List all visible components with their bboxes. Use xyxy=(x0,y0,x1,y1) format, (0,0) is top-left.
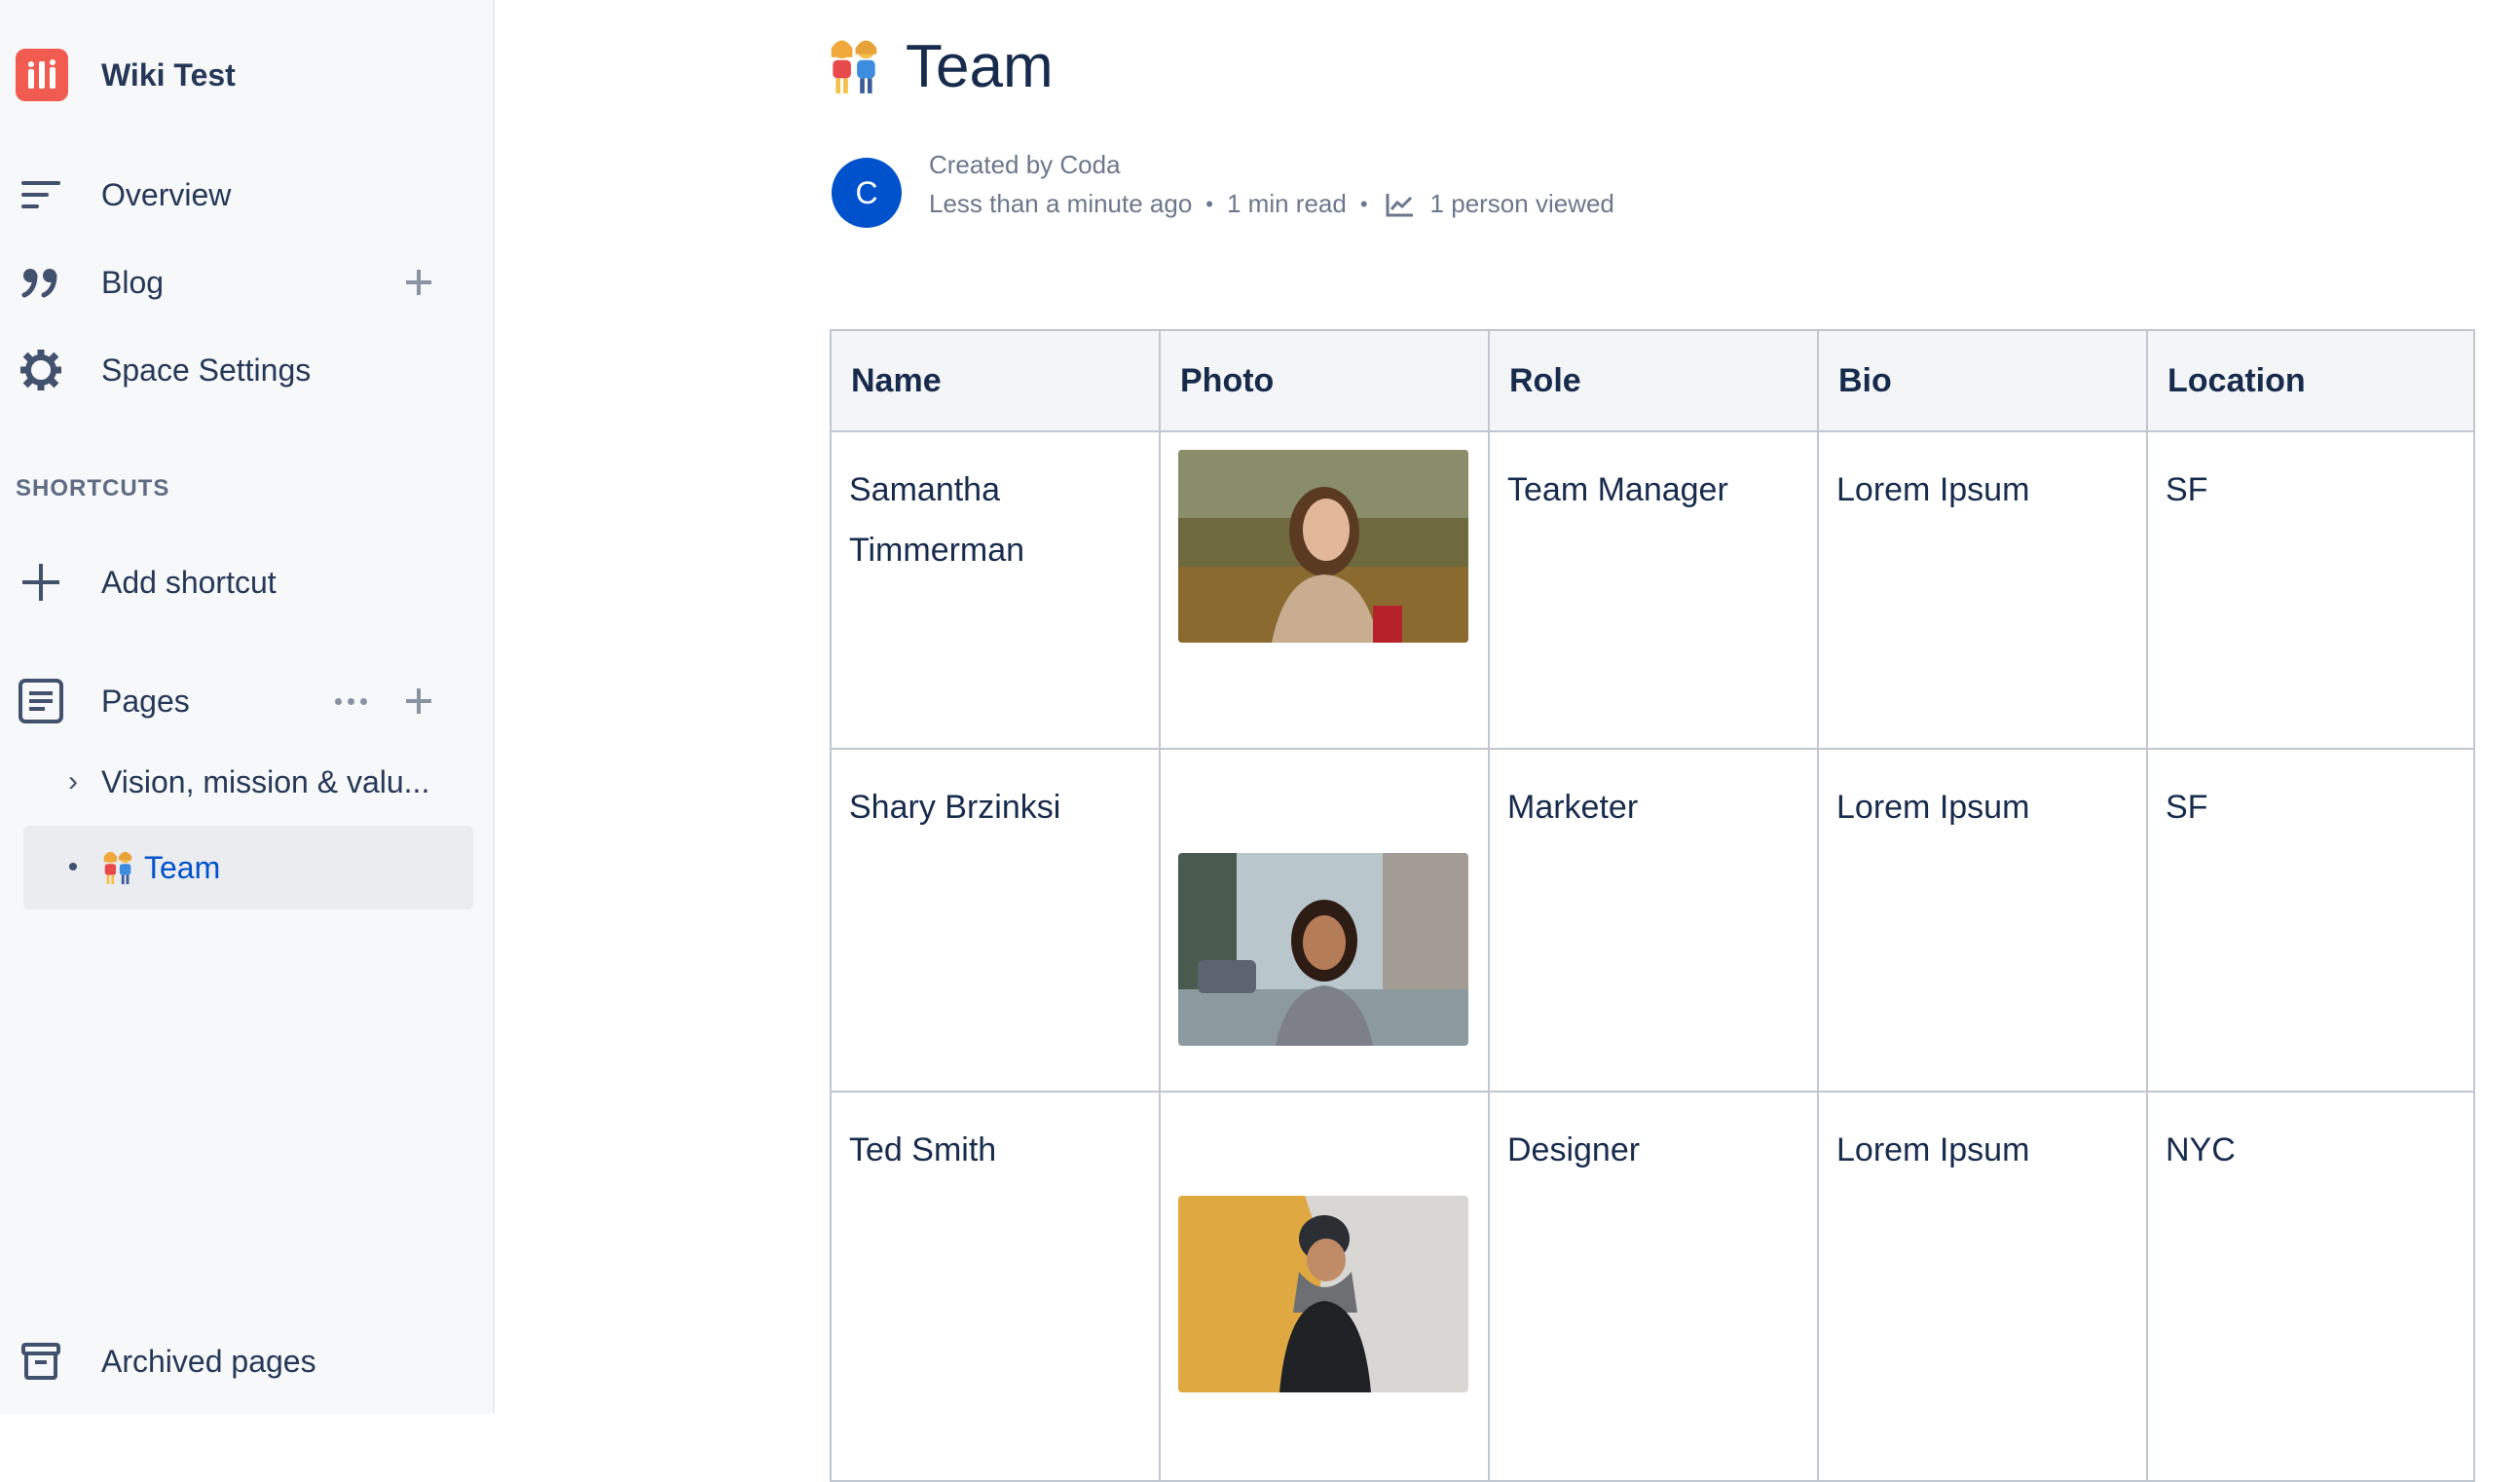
more-actions-icon[interactable] xyxy=(327,682,374,721)
analytics-chart-icon xyxy=(1386,192,1415,217)
page-views[interactable]: 1 person viewed xyxy=(1430,189,1614,219)
sidebar-item-space-settings[interactable]: Space Settings xyxy=(0,337,495,403)
team-table: Name Photo Role Bio Location Samantha Ti… xyxy=(830,329,2475,1482)
bio-cell: Lorem Ipsum xyxy=(1817,430,2148,750)
sidebar-item-label: Overview xyxy=(101,176,232,212)
sidebar-item-overview[interactable]: Overview xyxy=(0,162,495,228)
table-row: Samantha Timmerman Team Manager Lorem Ip… xyxy=(830,430,2475,750)
page-meta: Less than a minute ago • 1 min read • 1 … xyxy=(929,189,1614,219)
space-logo-icon xyxy=(16,49,68,101)
sidebar-item-label: Blog xyxy=(101,264,165,300)
space-header[interactable]: Wiki Test xyxy=(16,47,236,103)
photo-cell xyxy=(1159,748,1490,1093)
team-member-photo[interactable] xyxy=(1178,450,1468,643)
create-page-icon[interactable] xyxy=(399,682,438,721)
column-header-name[interactable]: Name xyxy=(830,329,1161,432)
sidebar-item-label: Space Settings xyxy=(101,352,312,388)
quote-icon xyxy=(18,259,64,306)
name-line: Shary Brzinksi xyxy=(849,789,1061,826)
role-cell: Marketer xyxy=(1488,748,1819,1093)
add-shortcut-label: Add shortcut xyxy=(101,564,277,600)
location-cell: SF xyxy=(2146,748,2475,1093)
column-header-role[interactable]: Role xyxy=(1488,329,1819,432)
location-cell: NYC xyxy=(2146,1091,2475,1482)
sidebar: Wiki Test Overview Blog Space Settings S… xyxy=(0,0,495,1414)
photo-cell xyxy=(1159,1091,1490,1482)
sidebar-item-label: Pages xyxy=(101,683,190,719)
column-header-photo[interactable]: Photo xyxy=(1159,329,1490,432)
team-member-photo[interactable] xyxy=(1178,853,1468,1046)
page-tree-item-team[interactable]: • Team xyxy=(23,826,473,909)
separator-dot: • xyxy=(1359,191,1368,216)
page-title-row: Team xyxy=(824,27,1054,105)
bio-cell: Lorem Ipsum xyxy=(1817,748,2148,1093)
page-tree-label: Vision, mission & valu... xyxy=(101,763,430,799)
archive-box-icon xyxy=(18,1338,64,1385)
team-member-photo[interactable] xyxy=(1178,1196,1468,1392)
name-line: Ted Smith xyxy=(849,1131,997,1168)
people-emoji-icon xyxy=(103,851,132,885)
chevron-right-icon[interactable]: › xyxy=(58,765,88,798)
name-cell: Shary Brzinksi xyxy=(830,748,1161,1093)
column-header-bio[interactable]: Bio xyxy=(1817,329,2148,432)
column-header-location[interactable]: Location xyxy=(2146,329,2475,432)
last-updated[interactable]: Less than a minute ago xyxy=(929,189,1192,219)
plus-icon xyxy=(18,559,64,606)
name-cell: Samantha Timmerman xyxy=(830,430,1161,750)
created-by[interactable]: Created by Coda xyxy=(929,150,1121,180)
sidebar-item-blog[interactable]: Blog xyxy=(0,249,495,315)
table-header-row: Name Photo Role Bio Location xyxy=(830,329,2475,432)
archived-pages-label: Archived pages xyxy=(101,1343,316,1379)
name-line: Timmerman xyxy=(849,532,1025,569)
page-tree-item-vision[interactable]: › Vision, mission & valu... xyxy=(23,740,473,824)
author-avatar[interactable]: C xyxy=(832,158,902,228)
table-row: Shary Brzinksi Marketer Lorem Ipsum SF xyxy=(830,748,2475,1093)
add-blog-post-icon[interactable] xyxy=(399,263,438,302)
sidebar-item-pages[interactable]: Pages xyxy=(0,668,495,734)
bullet-icon: • xyxy=(67,851,79,883)
space-name: Wiki Test xyxy=(101,56,236,93)
name-cell: Ted Smith xyxy=(830,1091,1161,1482)
pages-document-icon xyxy=(18,678,64,724)
page-tree-label: Team xyxy=(144,849,221,885)
bio-cell: Lorem Ipsum xyxy=(1817,1091,2148,1482)
separator-dot: • xyxy=(1205,191,1213,216)
shortcuts-heading: SHORTCUTS xyxy=(16,475,170,501)
photo-cell xyxy=(1159,430,1490,750)
location-cell: SF xyxy=(2146,430,2475,750)
name-line: Samantha xyxy=(849,471,1000,508)
add-shortcut-button[interactable]: Add shortcut xyxy=(0,549,495,615)
overview-lines-icon xyxy=(18,171,64,218)
page-title: Team xyxy=(906,32,1054,100)
table-row: Ted Smith Designer Lorem Ipsum NYC xyxy=(830,1091,2475,1482)
read-time: 1 min read xyxy=(1227,189,1347,218)
gear-icon xyxy=(18,347,64,393)
people-emoji-icon xyxy=(831,40,877,93)
archived-pages-link[interactable]: Archived pages xyxy=(0,1328,495,1394)
role-cell: Designer xyxy=(1488,1091,1819,1482)
role-cell: Team Manager xyxy=(1488,430,1819,750)
